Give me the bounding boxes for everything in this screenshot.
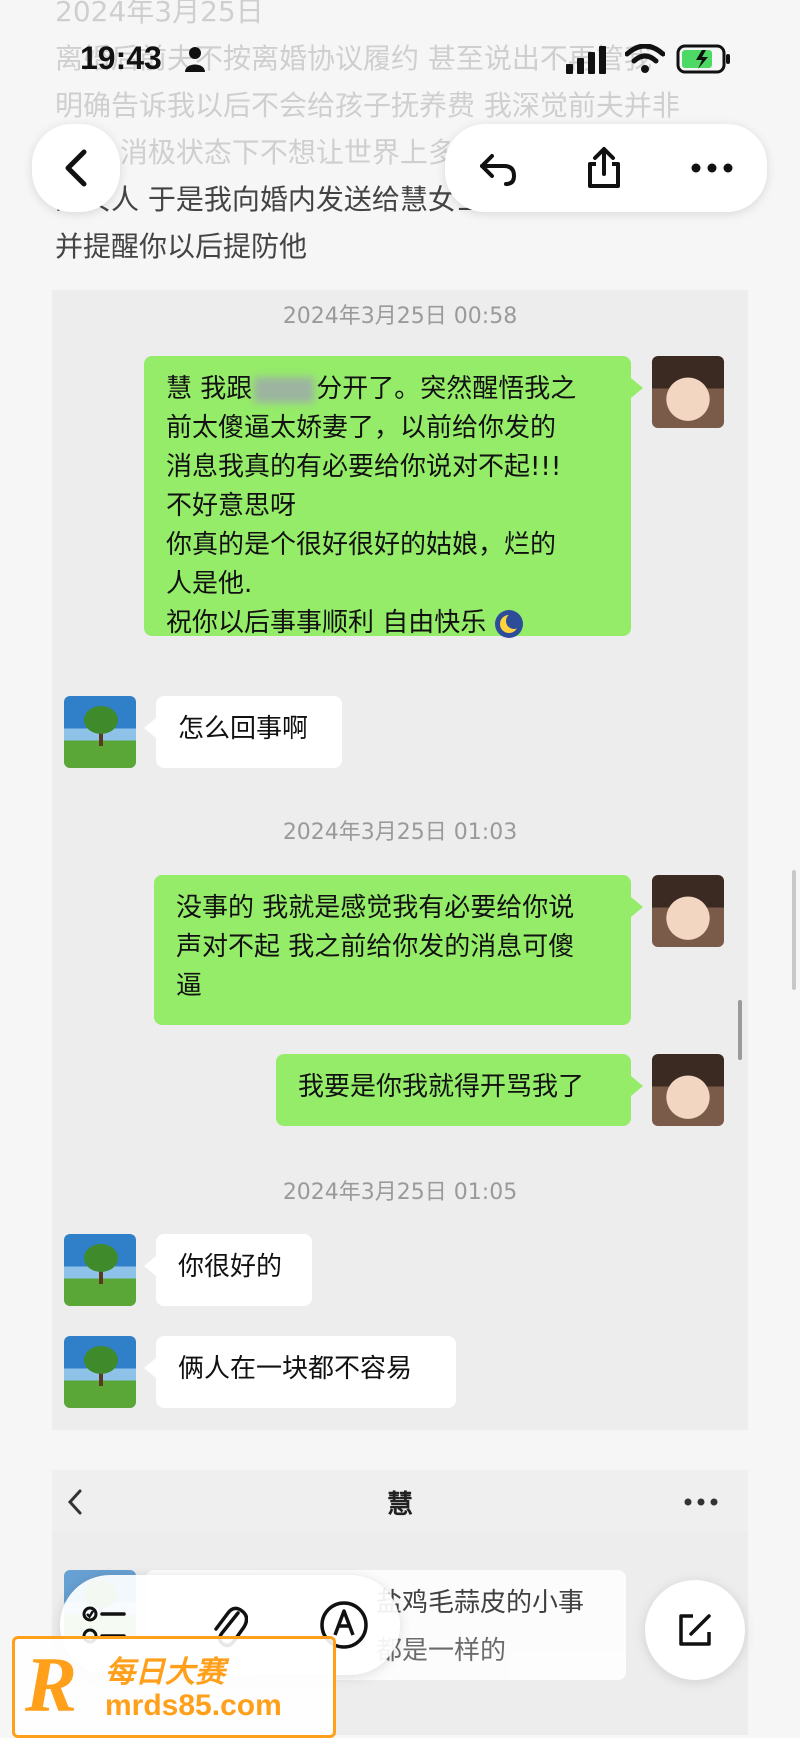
avatar-self[interactable] <box>652 875 724 947</box>
battery-icon <box>676 44 730 74</box>
msg1-line3: 消息我真的有必要给你说对不起!!! <box>166 452 562 482</box>
person-icon <box>185 47 205 72</box>
wifi-icon <box>625 44 665 73</box>
chat-title: 慧 <box>386 1490 413 1520</box>
partial-line-1: 盐鸡毛蒜皮的小事 <box>376 1588 585 1618</box>
back-arrow-icon <box>65 149 87 187</box>
chat-header: 慧 <box>52 1470 748 1532</box>
msg2-text: 怎么回事啊 <box>178 714 309 744</box>
timestamp-3: 2024年3月25日 01:05 <box>282 1180 518 1205</box>
chat-screenshot: 2024年3月25日 00:58 慧 我跟 分开了。突然醒悟我之 前太傻逼太娇妻了… <box>52 290 748 1430</box>
avatar-contact[interactable] <box>64 1234 136 1306</box>
msg1-line5: 你真的是个很好很好的姑娘，烂的 <box>166 530 557 560</box>
msg1-line1: 慧 我跟 <box>166 374 253 404</box>
msg5-text: 你很好的 <box>178 1252 283 1282</box>
back-button[interactable] <box>32 124 120 212</box>
scrollbar-inner[interactable] <box>738 1000 742 1060</box>
message-bubble-outgoing: 我要是你我就得开骂我了 <box>276 1054 643 1126</box>
timestamp-1: 2024年3月25日 00:58 <box>282 304 518 329</box>
msg1-line7: 祝你以后事事顺利 自由快乐 <box>166 608 487 638</box>
message-bubble-incoming: 你很好的 <box>144 1234 312 1306</box>
msg1-line6: 人是他. <box>166 569 253 599</box>
msg3-line1: 没事的 我就是感觉我有必要给你说 <box>176 893 575 923</box>
compose-button[interactable] <box>645 1580 745 1680</box>
compose-icon <box>679 1614 711 1646</box>
message-bubble-outgoing: 慧 我跟 分开了。突然醒悟我之 前太傻逼太娇妻了，以前给你发的 消息我真的有必要给… <box>144 356 643 638</box>
msg1-line2: 前太傻逼太娇妻了，以前给你发的 <box>166 413 557 443</box>
avatar-contact[interactable] <box>64 696 136 768</box>
msg1-line1-tail: 分开了。突然醒悟我之 <box>316 374 577 404</box>
message-bubble-incoming: 俩人在一块都不容易 <box>144 1336 456 1408</box>
msg4-text: 我要是你我就得开骂我了 <box>298 1072 585 1102</box>
action-pill <box>445 124 767 212</box>
signal-icon <box>566 46 606 74</box>
note-date: 2024年3月25日 <box>55 0 264 28</box>
watermark-logo: R 每日大赛 mrds85.com <box>12 1636 336 1738</box>
note-line-5: 并提醒你以后提防他 <box>55 230 308 263</box>
message-bubble-outgoing: 没事的 我就是感觉我有必要给你说 声对不起 我之前给你发的消息可傻 逼 <box>154 875 643 1025</box>
msg3-line2: 声对不起 我之前给你发的消息可傻 <box>176 932 575 962</box>
watermark-r-mark: R <box>25 1641 78 1728</box>
avatar-self[interactable] <box>652 356 724 428</box>
watermark-url: mrds85.com <box>105 1689 282 1722</box>
avatar-contact[interactable] <box>64 1336 136 1408</box>
share-icon[interactable] <box>584 146 624 190</box>
more-icon[interactable] <box>684 1498 718 1506</box>
more-icon[interactable] <box>690 162 734 174</box>
timestamp-2: 2024年3月25日 01:03 <box>282 820 518 845</box>
msg3-line3: 逼 <box>176 971 203 1001</box>
note-line-2: 明确告诉我以后不会给孩子抚养费 我深觉前夫并非 <box>55 89 680 122</box>
status-time: 19:43 <box>80 40 162 76</box>
message-bubble-incoming: 怎么回事啊 <box>144 696 342 768</box>
moon-emoji-icon <box>494 609 523 638</box>
status-bar: 19:43 <box>0 40 800 80</box>
msg1-line4: 不好意思呀 <box>166 491 297 521</box>
msg6-text: 俩人在一块都不容易 <box>178 1354 413 1384</box>
undo-icon[interactable] <box>478 148 518 188</box>
scrollbar-outer[interactable] <box>792 870 796 990</box>
blurred-name <box>254 376 315 403</box>
avatar-self[interactable] <box>652 1054 724 1126</box>
watermark-brand: 每日大赛 <box>105 1655 225 1690</box>
